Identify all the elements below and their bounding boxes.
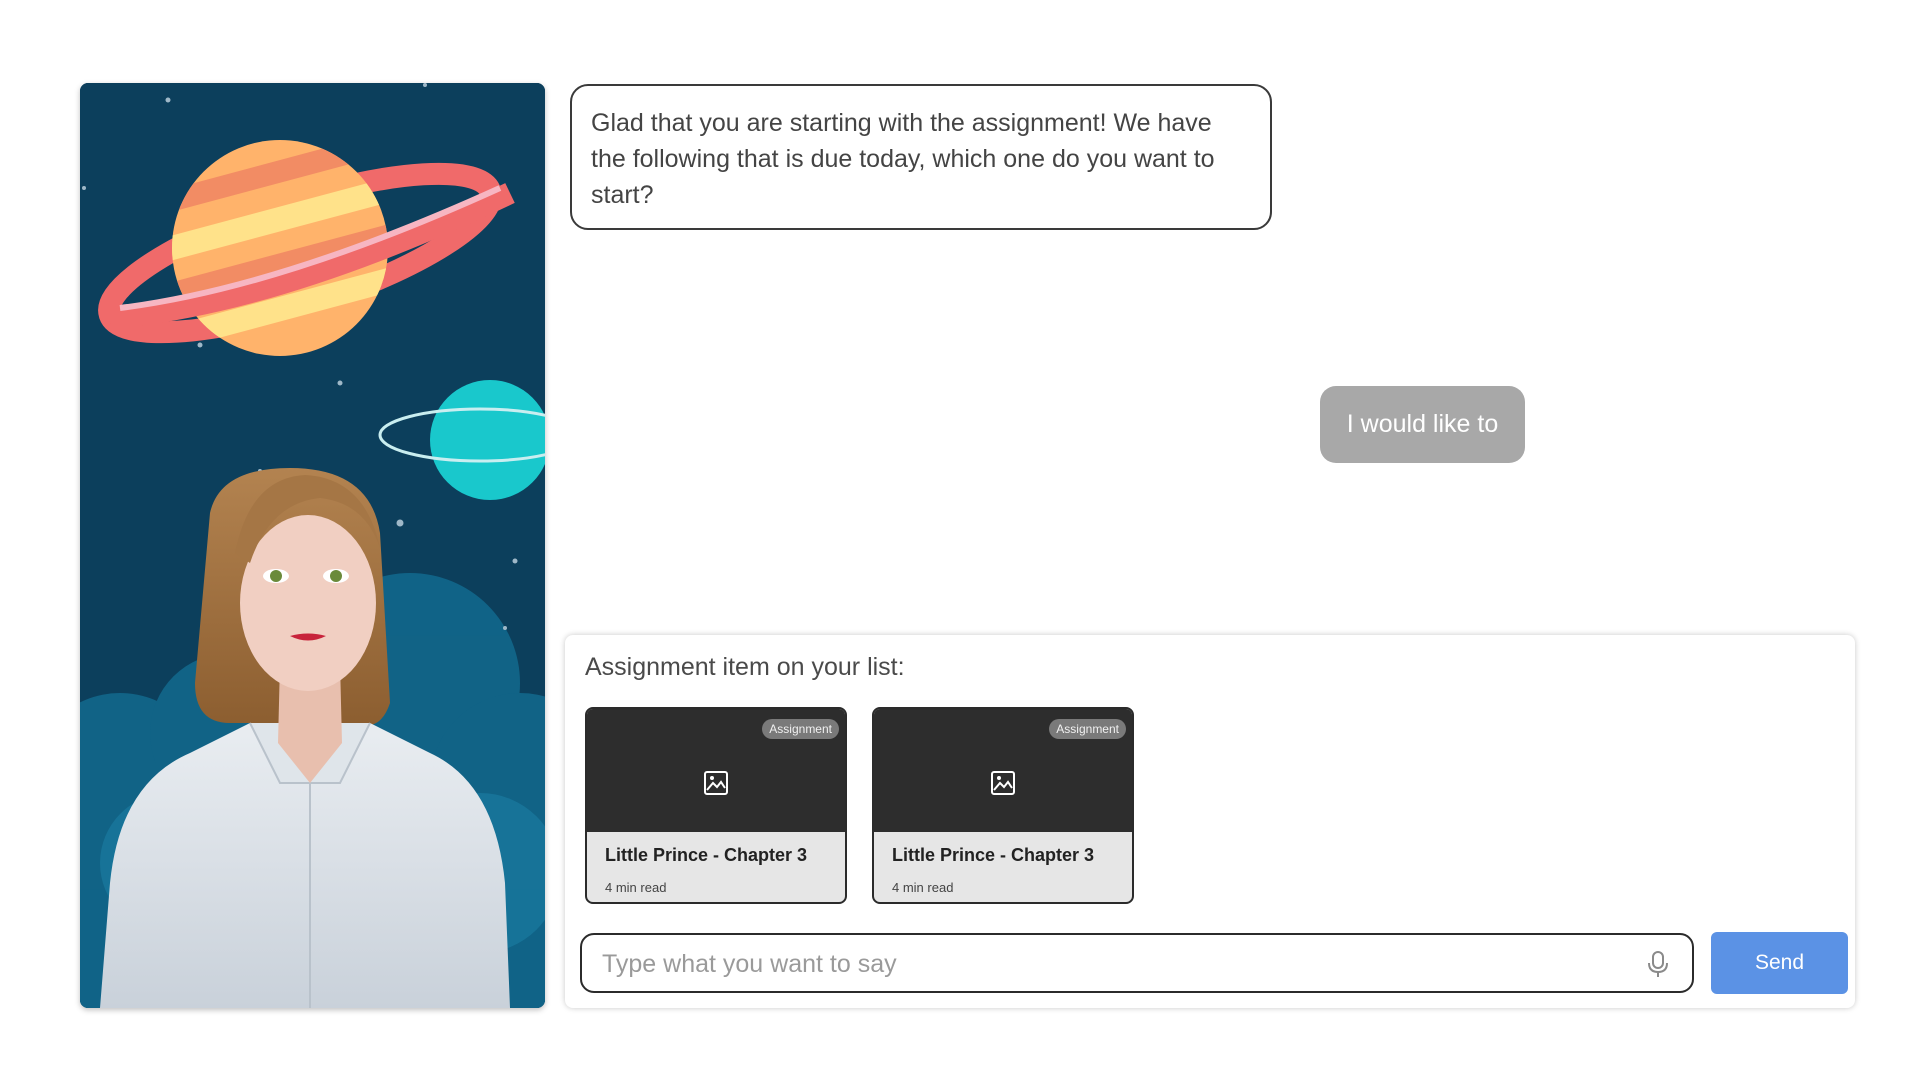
card-read-time: 4 min read xyxy=(605,880,667,895)
send-button[interactable]: Send xyxy=(1711,932,1848,994)
assignment-card[interactable]: Assignment Little Prince - Chapter 3 4 m… xyxy=(872,707,1134,904)
avatar-illustration xyxy=(80,83,545,1008)
image-icon xyxy=(704,771,728,795)
card-thumbnail: Assignment xyxy=(874,709,1132,832)
message-input-box[interactable] xyxy=(580,933,1694,993)
user-message-bubble: I would like to xyxy=(1320,386,1525,463)
microphone-icon[interactable] xyxy=(1646,950,1670,978)
card-read-time: 4 min read xyxy=(892,880,954,895)
assignment-list-title: Assignment item on your list: xyxy=(585,653,905,681)
assignment-badge: Assignment xyxy=(762,719,839,739)
assignment-card[interactable]: Assignment Little Prince - Chapter 3 4 m… xyxy=(585,707,847,904)
card-title: Little Prince - Chapter 3 xyxy=(605,845,808,865)
image-icon xyxy=(991,771,1015,795)
card-title: Little Prince - Chapter 3 xyxy=(892,845,1095,865)
bot-message-bubble: Glad that you are starting with the assi… xyxy=(570,84,1272,230)
assignment-panel: Assignment item on your list: Assignment… xyxy=(565,635,1855,1008)
message-input[interactable] xyxy=(600,935,1604,993)
avatar-panel xyxy=(80,83,545,1008)
card-thumbnail: Assignment xyxy=(587,709,845,832)
assignment-badge: Assignment xyxy=(1049,719,1126,739)
